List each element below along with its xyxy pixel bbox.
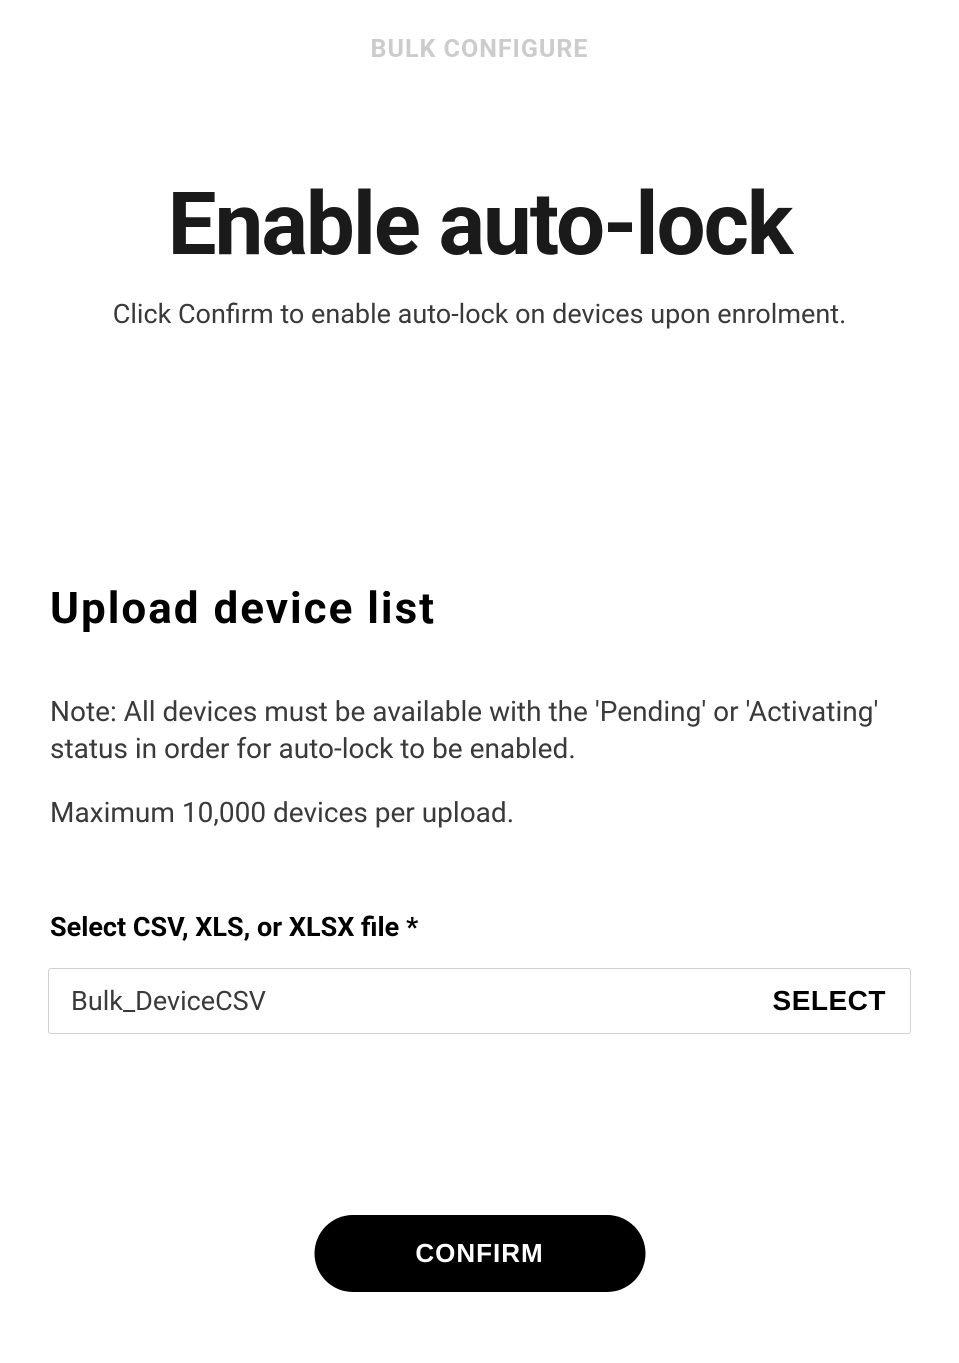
file-name-display: Bulk_DeviceCSV xyxy=(71,985,773,1017)
upload-note: Note: All devices must be available with… xyxy=(50,694,909,768)
select-file-button[interactable]: SELECT xyxy=(773,985,886,1017)
upload-max-note: Maximum 10,000 devices per upload. xyxy=(50,796,959,829)
page-title: Enable auto-lock xyxy=(0,174,959,276)
header-label: BULK CONFIGURE xyxy=(0,0,959,64)
page-subtitle: Click Confirm to enable auto-lock on dev… xyxy=(0,298,959,330)
file-input-row: Bulk_DeviceCSV SELECT xyxy=(48,968,911,1034)
file-select-label: Select CSV, XLS, or XLSX file * xyxy=(50,911,959,943)
confirm-button[interactable]: CONFIRM xyxy=(314,1215,645,1292)
upload-section-title: Upload device list xyxy=(50,582,959,634)
